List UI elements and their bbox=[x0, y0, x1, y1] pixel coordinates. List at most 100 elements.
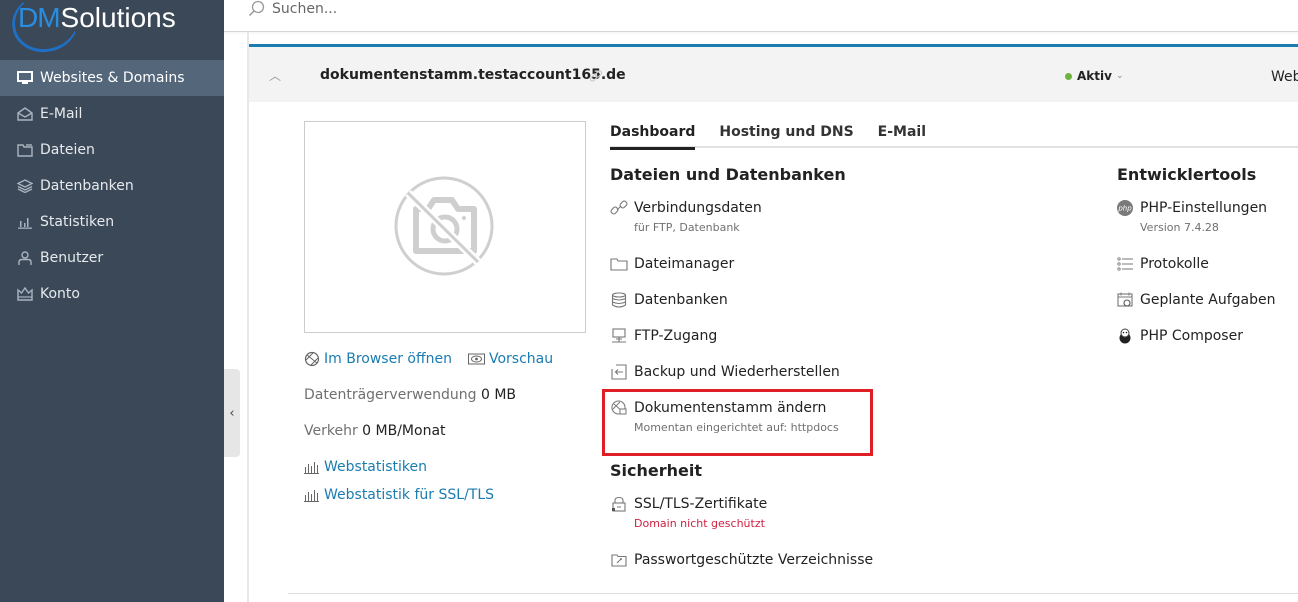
bar-chart-icon bbox=[16, 213, 34, 231]
site-info: Im Browser öffnen Vorschau Datenträgerve… bbox=[304, 348, 553, 506]
ftp-icon bbox=[610, 327, 628, 345]
sidebar-item-label: Benutzer bbox=[40, 250, 104, 266]
tab-hosting-dns[interactable]: Hosting und DNS bbox=[719, 124, 853, 148]
tool-php-settings[interactable]: php PHP-Einstellungen Version 7.4.28 bbox=[1116, 199, 1267, 234]
sidebar-item-label: Statistiken bbox=[40, 214, 115, 230]
sidebar-item-datenbanken[interactable]: Datenbanken bbox=[0, 168, 224, 204]
search-icon bbox=[248, 0, 266, 18]
top-bar bbox=[224, 0, 1298, 32]
section-title-security: Sicherheit bbox=[610, 461, 702, 480]
tool-ftp-access[interactable]: FTP-Zugang bbox=[610, 327, 717, 345]
highlight-annotation bbox=[602, 389, 873, 456]
collapse-caret-icon[interactable]: ︿ bbox=[269, 67, 281, 84]
sidebar-item-label: Datenbanken bbox=[40, 178, 134, 194]
tool-label: PHP-Einstellungen bbox=[1140, 200, 1268, 216]
tool-label: Geplante Aufgaben bbox=[1140, 292, 1276, 308]
sidebar-item-statistiken[interactable]: Statistiken bbox=[0, 204, 224, 240]
tool-label: FTP-Zugang bbox=[634, 328, 718, 344]
lock-icon bbox=[610, 495, 628, 513]
protected-folder-icon bbox=[610, 551, 628, 569]
tool-logs[interactable]: Protokolle bbox=[1116, 255, 1209, 273]
webstats-ssl-row[interactable]: Webstatistik für SSL/TLS bbox=[304, 484, 553, 506]
status-dropdown[interactable]: Aktiv ⌄ bbox=[1065, 69, 1124, 83]
ssl-status-warning: Domain nicht geschützt bbox=[634, 517, 765, 530]
tool-label: Dateimanager bbox=[634, 256, 735, 272]
tool-label: Protokolle bbox=[1140, 256, 1209, 272]
traffic: Verkehr 0 MB/Monat bbox=[304, 420, 553, 442]
preview-actions: Im Browser öffnen Vorschau bbox=[304, 348, 553, 370]
search-input[interactable] bbox=[272, 0, 672, 20]
sidebar-item-label: E-Mail bbox=[40, 106, 83, 122]
divider bbox=[288, 593, 1298, 594]
svg-text:php: php bbox=[1117, 205, 1132, 213]
disk-usage: Datenträgerverwendung 0 MB bbox=[304, 384, 553, 406]
tool-label: Backup und Wiederherstellen bbox=[634, 364, 840, 380]
tool-subtext: für FTP, Datenbank bbox=[634, 221, 740, 234]
sidebar-item-label: Konto bbox=[40, 286, 80, 302]
globe-icon bbox=[304, 351, 320, 367]
tool-label: PHP Composer bbox=[1140, 328, 1243, 344]
web-label: Web bbox=[1271, 69, 1298, 85]
disk-usage-value: 0 MB bbox=[480, 387, 517, 403]
tool-databases[interactable]: Datenbanken bbox=[610, 291, 728, 309]
logo-solutions: Solutions bbox=[60, 2, 176, 33]
domain-tabs: Dashboard Hosting und DNS E-Mail bbox=[610, 124, 1298, 150]
sidebar-item-websites-domains[interactable]: Websites & Domains bbox=[0, 60, 224, 96]
sidebar-item-konto[interactable]: Konto bbox=[0, 276, 224, 312]
tool-scheduled-tasks[interactable]: Geplante Aufgaben bbox=[1116, 291, 1275, 309]
user-icon bbox=[16, 249, 34, 267]
tool-label: SSL/TLS-Zertifikate bbox=[634, 496, 768, 512]
calendar-clock-icon bbox=[1116, 291, 1134, 309]
status-label: Aktiv bbox=[1077, 69, 1112, 83]
stats-icon bbox=[304, 488, 319, 502]
tool-label: Datenbanken bbox=[634, 292, 728, 308]
sidebar-item-label: Dateien bbox=[40, 142, 95, 158]
layers-icon bbox=[16, 177, 34, 195]
chevron-down-icon: ⌄ bbox=[1115, 71, 1124, 81]
folder-icon bbox=[16, 141, 34, 159]
php-version: Version 7.4.28 bbox=[1140, 221, 1219, 234]
domain-name[interactable]: dokumentenstamm.testaccount165.de bbox=[320, 67, 626, 83]
link-icon[interactable] bbox=[589, 69, 603, 83]
composer-icon bbox=[1116, 327, 1134, 345]
logo-dm: DM bbox=[7, 0, 83, 58]
tool-backup-restore[interactable]: Backup und Wiederherstellen bbox=[610, 363, 840, 381]
database-icon bbox=[610, 291, 628, 309]
sidebar-item-email[interactable]: E-Mail bbox=[0, 96, 224, 132]
no-image-icon bbox=[394, 176, 494, 276]
sidebar-item-label: Websites & Domains bbox=[40, 70, 185, 86]
status-dot bbox=[1065, 72, 1072, 80]
tab-email[interactable]: E-Mail bbox=[878, 124, 926, 148]
tool-password-protected-dirs[interactable]: Passwortgeschützte Verzeichnisse bbox=[610, 551, 873, 569]
webstats-ssl-link[interactable]: Webstatistik für SSL/TLS bbox=[324, 487, 494, 503]
sidebar-item-benutzer[interactable]: Benutzer bbox=[0, 240, 224, 276]
connection-icon bbox=[610, 199, 628, 217]
domain-card: ︿ dokumentenstamm.testaccount165.de Akti… bbox=[249, 44, 1298, 594]
tool-php-composer[interactable]: PHP Composer bbox=[1116, 327, 1243, 345]
site-preview bbox=[304, 121, 586, 333]
tool-label: Verbindungsdaten bbox=[634, 200, 762, 216]
crown-icon bbox=[16, 285, 34, 303]
tool-connection-info[interactable]: Verbindungsdaten für FTP, Datenbank bbox=[610, 199, 762, 234]
brand-logo[interactable]: DM Solutions bbox=[7, 0, 176, 58]
sidebar-item-dateien[interactable]: Dateien bbox=[0, 132, 224, 168]
section-title-devtools: Entwicklertools bbox=[1117, 165, 1257, 184]
webstats-link[interactable]: Webstatistiken bbox=[324, 459, 427, 475]
open-in-browser-link[interactable]: Im Browser öffnen bbox=[324, 351, 452, 367]
webstats-row[interactable]: Webstatistiken bbox=[304, 456, 553, 478]
folder-icon bbox=[610, 255, 628, 273]
chevron-left-icon: ‹ bbox=[229, 405, 235, 421]
section-title-files: Dateien und Datenbanken bbox=[610, 165, 846, 184]
tab-dashboard[interactable]: Dashboard bbox=[610, 124, 696, 150]
traffic-label: Verkehr bbox=[304, 423, 358, 439]
sidebar-collapse-button[interactable]: ‹ bbox=[224, 369, 240, 457]
sidebar-nav: Websites & Domains E-Mail Dateien Datenb… bbox=[0, 60, 224, 312]
tool-ssl-certificates[interactable]: SSL/TLS-Zertifikate Domain nicht geschütz… bbox=[610, 495, 767, 530]
tool-label: Passwortgeschützte Verzeichnisse bbox=[634, 552, 874, 568]
preview-link[interactable]: Vorschau bbox=[489, 351, 553, 367]
stats-icon bbox=[304, 460, 319, 474]
backup-icon bbox=[610, 363, 628, 381]
tool-file-manager[interactable]: Dateimanager bbox=[610, 255, 734, 273]
list-icon bbox=[1116, 255, 1134, 273]
traffic-value: 0 MB/Monat bbox=[362, 423, 446, 439]
